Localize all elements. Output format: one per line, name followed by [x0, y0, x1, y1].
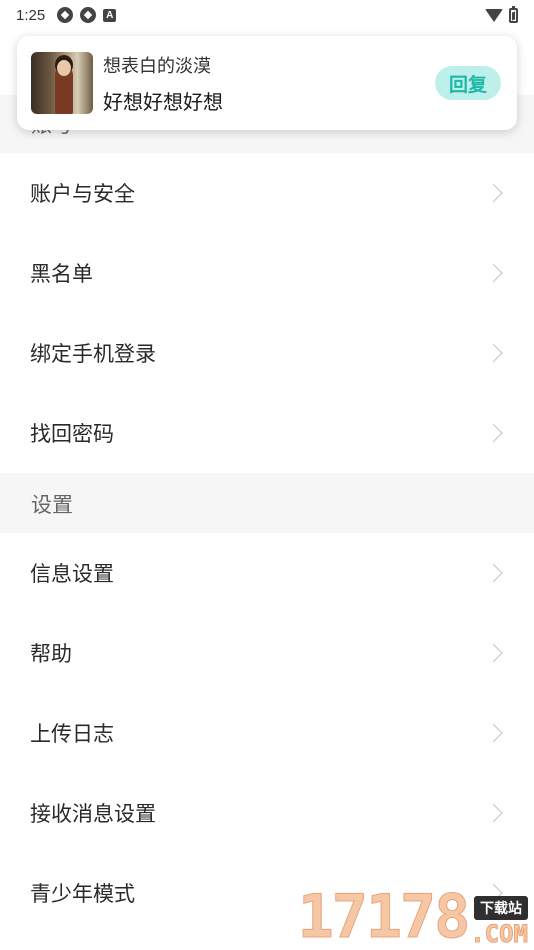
menu-item-bind-phone[interactable]: 绑定手机登录 [0, 313, 534, 393]
battery-icon [509, 5, 518, 23]
app-icon [80, 7, 97, 23]
watermark-logo: 17178 下载站 .COM [297, 886, 534, 950]
status-bar: 1:25 A [0, 0, 534, 30]
chevron-right-icon [484, 183, 503, 203]
wifi-icon [485, 8, 503, 22]
menu-item-label: 绑定手机登录 [30, 342, 156, 366]
watermark-tag: 下载站 [474, 896, 528, 920]
menu-item-blacklist[interactable]: 黑名单 [0, 233, 534, 313]
a-icon: A [103, 8, 117, 22]
menu-item-label: 找回密码 [30, 422, 114, 446]
menu-item-receive-settings[interactable]: 接收消息设置 [0, 773, 534, 853]
message-notification[interactable]: 想表白的淡漠 好想好想好想 回复 [17, 36, 517, 130]
chevron-right-icon [484, 263, 503, 283]
section-label-settings: 设置 [0, 475, 534, 533]
notification-text: 想表白的淡漠 好想好想好想 [103, 52, 435, 115]
menu-item-label: 账户与安全 [30, 182, 135, 206]
chevron-right-icon [484, 563, 503, 583]
menu-item-upload-log[interactable]: 上传日志 [0, 693, 534, 773]
watermark-digits: 17178 [297, 882, 471, 950]
watermark-suffix: .COM [470, 920, 529, 948]
menu-item-label: 青少年模式 [30, 882, 135, 906]
chevron-right-icon [484, 343, 503, 363]
chevron-right-icon [484, 423, 503, 443]
chevron-right-icon [484, 803, 503, 823]
menu-item-account-security[interactable]: 账户与安全 [0, 153, 534, 233]
notification-message: 好想好想好想 [103, 89, 223, 114]
menu-item-label: 帮助 [30, 642, 72, 666]
watermark-side: 下载站 .COM [470, 896, 529, 948]
reply-button[interactable]: 回复 [435, 66, 501, 100]
section-title: 设置 [31, 493, 73, 517]
menu-item-label: 黑名单 [30, 262, 93, 286]
app-icon [57, 7, 74, 23]
status-right-icons [485, 5, 518, 23]
chevron-right-icon [484, 723, 503, 743]
account-group: 账户与安全 黑名单 绑定手机登录 找回密码 [0, 153, 534, 473]
menu-item-label: 信息设置 [30, 562, 114, 586]
chevron-right-icon [484, 643, 503, 663]
avatar [31, 52, 93, 114]
status-time: 1:25 [16, 6, 46, 24]
status-left-icons: A [57, 7, 117, 23]
menu-item-label: 接收消息设置 [30, 802, 156, 826]
menu-item-help[interactable]: 帮助 [0, 613, 534, 693]
menu-item-message-settings[interactable]: 信息设置 [0, 533, 534, 613]
menu-item-recover-password[interactable]: 找回密码 [0, 393, 534, 473]
avatar-head [57, 60, 71, 76]
notification-sender: 想表白的淡漠 [103, 55, 211, 77]
menu-item-label: 上传日志 [30, 722, 114, 746]
